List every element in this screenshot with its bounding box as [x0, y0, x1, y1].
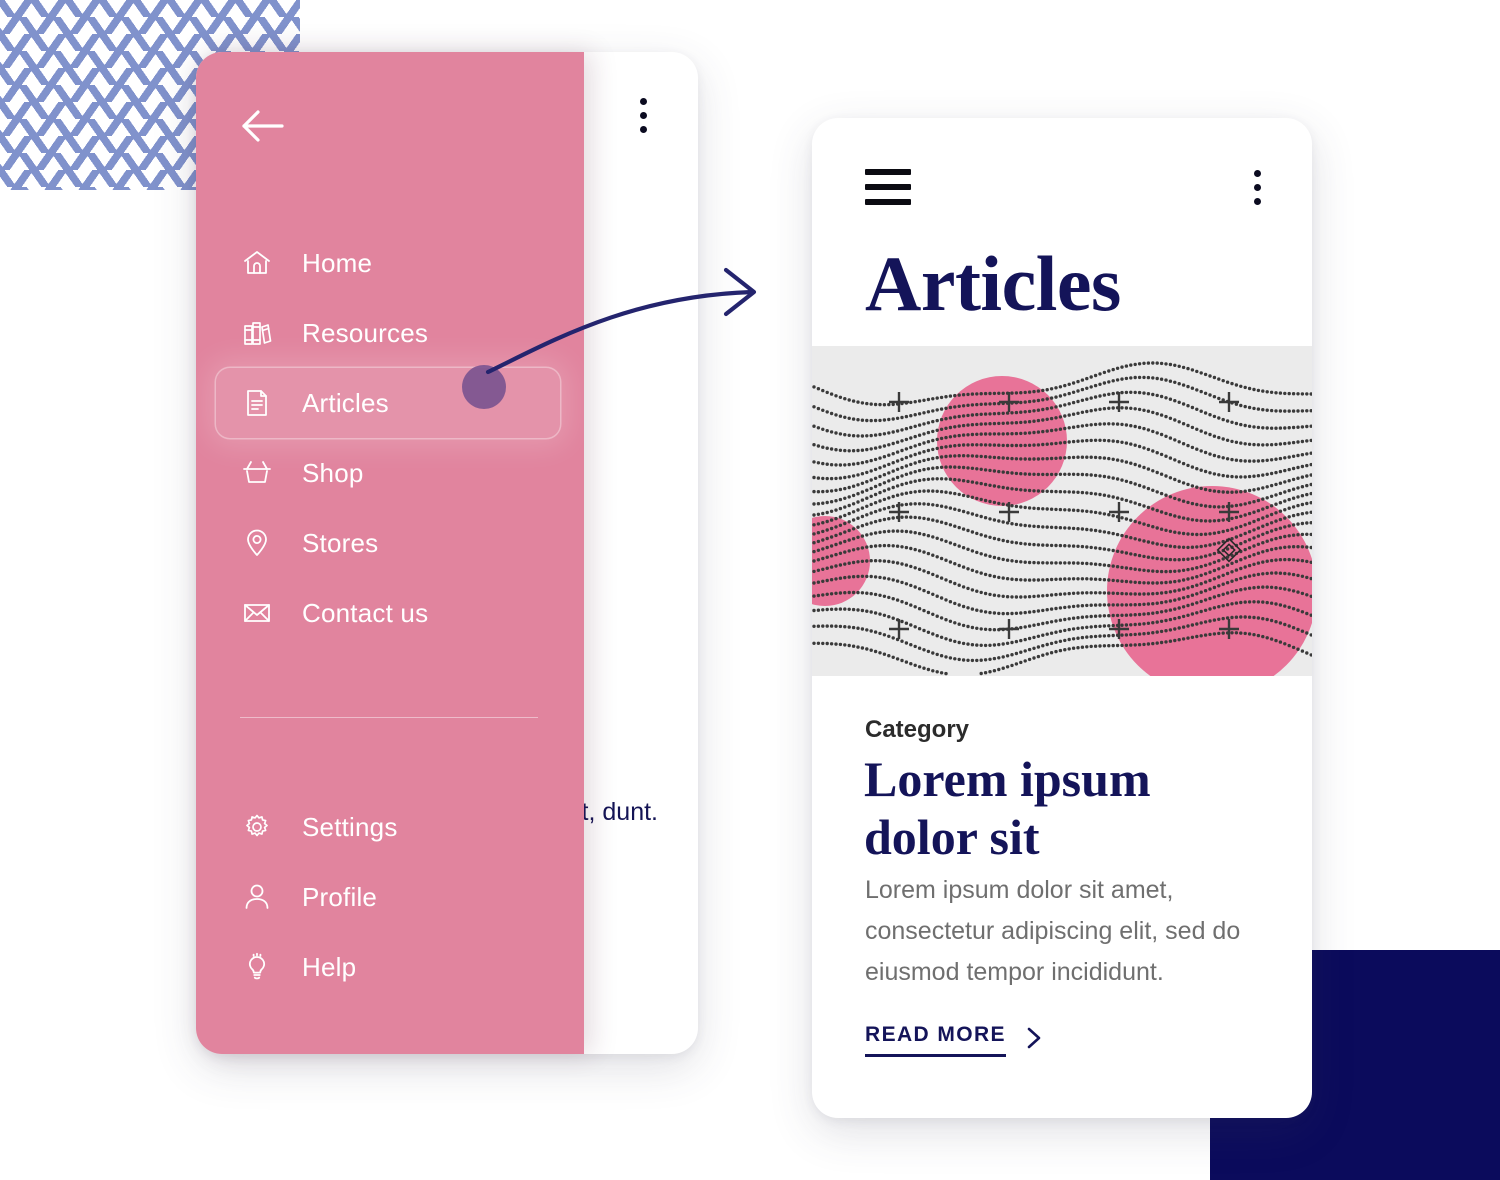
hero-image — [812, 346, 1312, 676]
more-vertical-icon[interactable] — [640, 98, 647, 133]
sidebar-item-label: Stores — [302, 527, 379, 558]
envelope-icon — [240, 596, 274, 630]
primary-nav-group: Home Resources Articles Shop Stores Cont… — [196, 228, 584, 648]
sidebar-item-label: Shop — [302, 457, 364, 488]
navigation-drawer: Home Resources Articles Shop Stores Cont… — [196, 52, 584, 1054]
sidebar-item-articles[interactable]: Articles — [216, 368, 560, 438]
sidebar-item-help[interactable]: Help — [196, 932, 584, 1002]
sidebar-item-stores[interactable]: Stores — [196, 508, 584, 578]
sidebar-item-home[interactable]: Home — [196, 228, 584, 298]
sidebar-item-settings[interactable]: Settings — [196, 792, 584, 862]
secondary-nav-group: Settings Profile Help — [196, 792, 584, 1002]
lightbulb-icon — [240, 950, 274, 984]
sidebar-divider — [240, 717, 538, 718]
sidebar-item-label: Profile — [302, 881, 378, 912]
sidebar-item-shop[interactable]: Shop — [196, 438, 584, 508]
app-topbar — [812, 162, 1312, 212]
sidebar-item-profile[interactable]: Profile — [196, 862, 584, 932]
sidebar-item-label: Resources — [302, 317, 429, 348]
sidebar-item-contact-us[interactable]: Contact us — [196, 578, 584, 648]
sidebar-item-label: Settings — [302, 811, 398, 842]
books-icon — [240, 316, 274, 350]
hamburger-menu-icon[interactable] — [865, 169, 911, 205]
arrow-left-icon[interactable] — [238, 100, 290, 152]
home-icon — [240, 246, 274, 280]
sidebar-item-label: Articles — [302, 387, 389, 418]
more-vertical-icon[interactable] — [1254, 169, 1261, 205]
article-title: Lorem ipsum dolor sit — [864, 751, 1151, 865]
sidebar-item-resources[interactable]: Resources — [196, 298, 584, 368]
document-icon — [240, 386, 274, 420]
read-more-link[interactable]: READ MORE — [865, 1023, 1044, 1057]
sidebar-item-label: Home — [302, 247, 373, 278]
basket-icon — [240, 456, 274, 490]
location-pin-icon — [240, 526, 274, 560]
front-phone-card: Articles Category Lorem ipsum dolor sit … — [812, 118, 1312, 1118]
chevron-right-icon — [1024, 1025, 1044, 1056]
user-icon — [240, 880, 274, 914]
cursor-touch-indicator — [462, 365, 506, 409]
article-category: Category — [865, 716, 970, 743]
gear-icon — [240, 810, 274, 844]
page-title: Articles — [865, 240, 1121, 327]
sidebar-item-label: Contact us — [302, 597, 429, 628]
article-excerpt: Lorem ipsum dolor sit amet, consectetur … — [865, 876, 1241, 986]
sidebar-item-label: Help — [302, 951, 357, 982]
read-more-label: READ MORE — [865, 1023, 1006, 1057]
